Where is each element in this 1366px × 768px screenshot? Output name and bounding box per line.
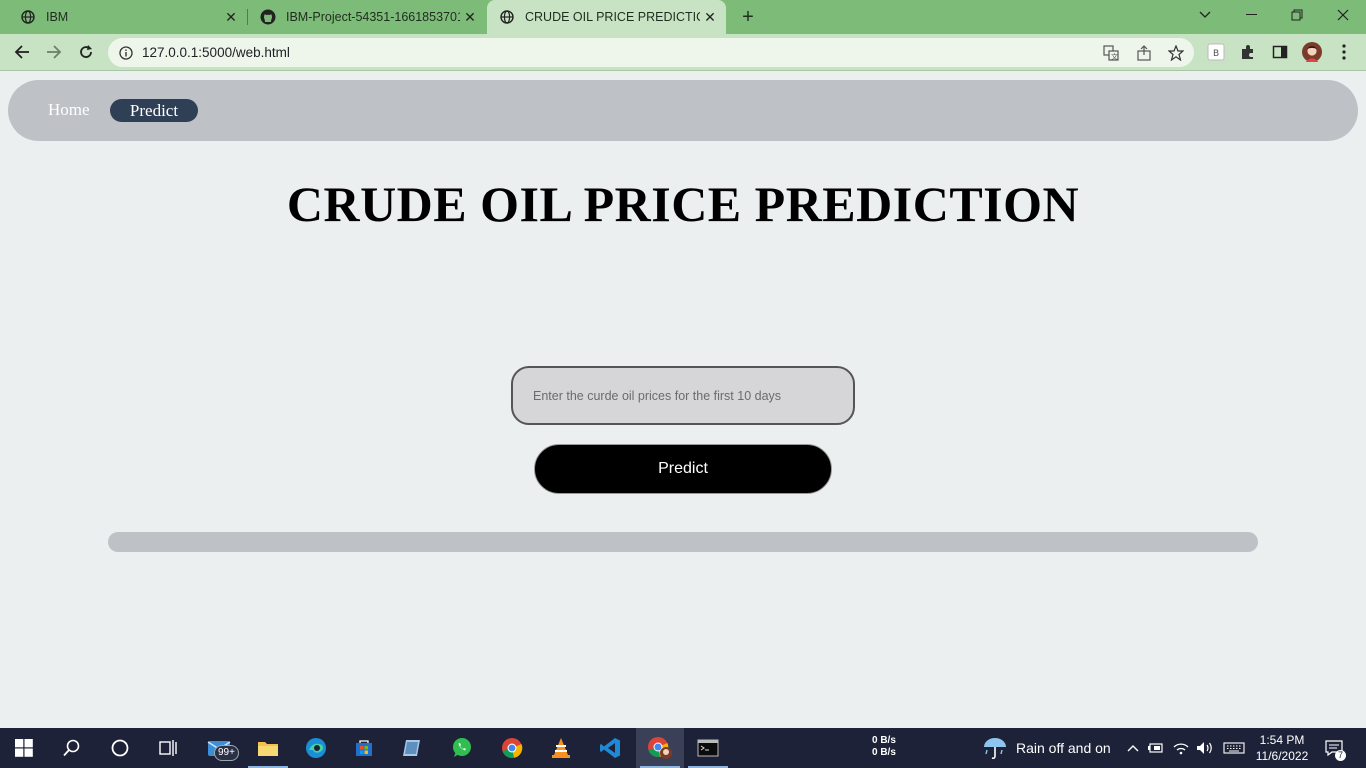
tab-crude-oil[interactable]: CRUDE OIL PRICE PREDICTION ✕ xyxy=(487,0,726,34)
tab-strip: IBM ✕ IBM-Project-54351-1661853701/ ✕ CR… xyxy=(0,0,1366,34)
share-icon[interactable] xyxy=(1135,44,1153,62)
forward-button[interactable] xyxy=(42,40,66,64)
github-icon xyxy=(260,9,276,25)
chrome-icon[interactable] xyxy=(488,728,536,768)
result-output-bar xyxy=(108,532,1258,552)
globe-icon xyxy=(499,9,515,25)
clock-time: 1:54 PM xyxy=(1259,733,1305,747)
notification-count-badge: 7 xyxy=(1335,750,1346,761)
edge-browser-icon[interactable] xyxy=(292,728,340,768)
extension-b-icon[interactable]: B xyxy=(1206,42,1226,62)
task-view-icon[interactable] xyxy=(144,728,192,768)
globe-icon xyxy=(20,9,36,25)
notes-app-icon[interactable] xyxy=(388,728,436,768)
menu-kebab-icon[interactable] xyxy=(1334,42,1354,62)
info-icon[interactable] xyxy=(117,44,135,62)
close-icon[interactable]: ✕ xyxy=(221,9,241,26)
close-icon[interactable]: ✕ xyxy=(700,9,720,26)
weather-widget[interactable]: Rain off and on xyxy=(982,736,1111,760)
tab-search-icon[interactable] xyxy=(1182,0,1228,30)
url-text: 127.0.0.1:5000/web.html xyxy=(142,45,290,60)
svg-text:文: 文 xyxy=(1111,52,1118,61)
start-windows-icon[interactable] xyxy=(0,728,48,768)
search-icon[interactable] xyxy=(48,728,96,768)
new-tab-button[interactable]: + xyxy=(738,5,758,29)
tab-ibm[interactable]: IBM ✕ xyxy=(0,0,247,34)
whatsapp-icon[interactable] xyxy=(438,728,486,768)
tab-title: IBM xyxy=(46,10,69,24)
keyboard-icon[interactable] xyxy=(1222,738,1246,758)
close-window-button[interactable] xyxy=(1320,0,1366,30)
tab-title: IBM-Project-54351-1661853701/ xyxy=(286,10,460,24)
side-panel-icon[interactable] xyxy=(1270,42,1290,62)
weather-text: Rain off and on xyxy=(1016,740,1111,756)
windows-taskbar: 99+ 0 B/s 0 B/s Rain off and on 1:54 PM … xyxy=(0,728,1366,768)
download-speed: 0 B/s xyxy=(872,747,896,758)
file-explorer-icon[interactable] xyxy=(244,728,292,768)
mail-count-badge: 99+ xyxy=(214,745,239,761)
vscode-icon[interactable] xyxy=(586,728,634,768)
profile-avatar-icon[interactable] xyxy=(1302,42,1322,62)
upload-speed: 0 B/s xyxy=(872,735,896,746)
system-clock[interactable]: 1:54 PM 11/6/2022 xyxy=(1250,732,1314,764)
page-title: CRUDE OIL PRICE PREDICTION xyxy=(286,176,1080,232)
restore-button[interactable] xyxy=(1274,0,1320,30)
chevron-up-icon[interactable] xyxy=(1123,738,1143,758)
battery-icon[interactable] xyxy=(1146,738,1166,758)
translate-icon[interactable]: 文 xyxy=(1102,44,1120,62)
close-icon[interactable]: ✕ xyxy=(460,9,480,26)
volume-icon[interactable] xyxy=(1195,738,1215,758)
back-button[interactable] xyxy=(10,40,34,64)
web-page: Home Predict CRUDE OIL PRICE PREDICTION … xyxy=(0,71,1366,728)
predict-button[interactable]: Predict xyxy=(534,444,832,494)
bookmark-star-icon[interactable] xyxy=(1167,44,1185,62)
nav-predict-link[interactable]: Predict xyxy=(110,99,198,122)
terminal-icon[interactable] xyxy=(684,728,732,768)
chrome-profile-window-icon[interactable] xyxy=(636,728,684,768)
svg-text:B: B xyxy=(1213,49,1219,59)
wifi-icon[interactable] xyxy=(1171,738,1191,758)
reload-button[interactable] xyxy=(74,40,98,64)
nav-home-link[interactable]: Home xyxy=(48,100,90,120)
address-bar[interactable]: 127.0.0.1:5000/web.html 文 xyxy=(108,38,1194,67)
network-speed-widget: 0 B/s 0 B/s xyxy=(872,735,896,759)
cortana-icon[interactable] xyxy=(96,728,144,768)
vlc-icon[interactable] xyxy=(537,728,585,768)
tab-title: CRUDE OIL PRICE PREDICTION xyxy=(525,10,700,24)
site-navbar: Home Predict xyxy=(8,80,1358,141)
extensions-puzzle-icon[interactable] xyxy=(1238,42,1258,62)
clock-date: 11/6/2022 xyxy=(1255,749,1309,763)
microsoft-store-icon[interactable] xyxy=(340,728,388,768)
tab-github[interactable]: IBM-Project-54351-1661853701/ ✕ xyxy=(240,0,486,34)
umbrella-rain-icon xyxy=(984,738,1006,760)
oil-prices-input[interactable] xyxy=(511,366,855,425)
minimize-button[interactable] xyxy=(1228,0,1274,30)
browser-toolbar: 127.0.0.1:5000/web.html 文 B xyxy=(0,34,1366,71)
